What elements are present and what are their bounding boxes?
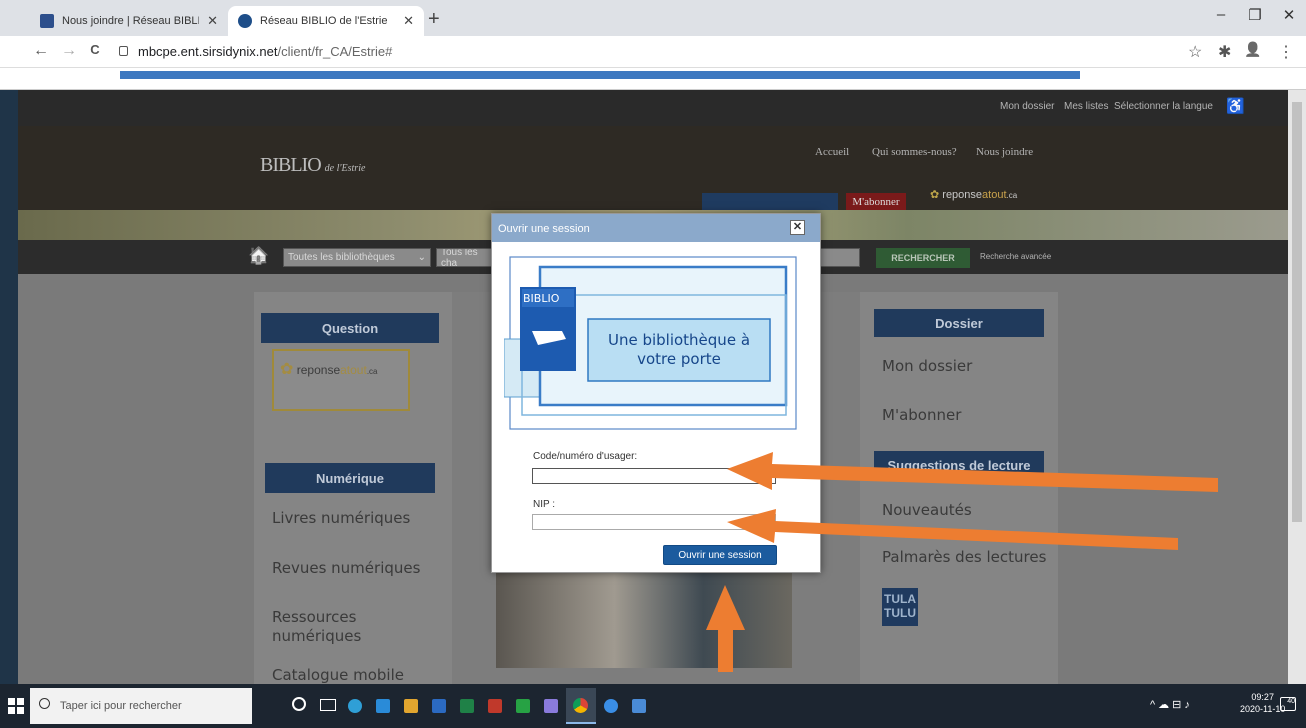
access-icon[interactable] bbox=[488, 699, 502, 713]
windows-logo-pane bbox=[8, 698, 15, 705]
file-explorer-icon[interactable] bbox=[404, 699, 418, 713]
search-icon bbox=[39, 698, 50, 709]
taskbar-search-placeholder: Taper ici pour rechercher bbox=[60, 700, 182, 712]
clock-time: 09:27 bbox=[1251, 692, 1274, 702]
cortana-icon[interactable] bbox=[292, 697, 306, 711]
windows-logo-pane bbox=[17, 707, 24, 714]
task-view-icon[interactable] bbox=[320, 699, 336, 711]
windows-logo-pane bbox=[17, 698, 24, 705]
arrow-to-submit bbox=[706, 585, 745, 672]
paint-icon[interactable] bbox=[544, 699, 558, 713]
chrome-icon bbox=[573, 698, 588, 713]
clock-date: 2020-11-10 bbox=[1240, 704, 1286, 714]
system-tray[interactable]: ^☁⊟♪ bbox=[1150, 698, 1193, 711]
publisher-icon[interactable] bbox=[516, 699, 530, 713]
notifications-icon[interactable]: 40 bbox=[1280, 697, 1296, 711]
annotation-arrows bbox=[706, 452, 1218, 672]
volume-icon: ♪ bbox=[1184, 699, 1193, 711]
cloud-icon: ☁ bbox=[1158, 699, 1173, 711]
arrow-shape bbox=[706, 585, 745, 672]
chevron-up-icon: ^ bbox=[1150, 699, 1159, 711]
edge-icon[interactable] bbox=[348, 699, 362, 713]
windows-logo-pane bbox=[8, 707, 15, 714]
word-icon[interactable] bbox=[432, 699, 446, 713]
app-circle-icon[interactable] bbox=[604, 699, 618, 713]
notification-count: 40 bbox=[1287, 698, 1295, 705]
arrow-to-user-code bbox=[727, 452, 1218, 492]
windows-icon[interactable] bbox=[8, 698, 24, 714]
arrow-shape bbox=[727, 509, 1178, 550]
screen: Nous joindre | Réseau BIBLIO de l'Estrie… bbox=[0, 0, 1306, 728]
arrow-to-pin bbox=[727, 509, 1178, 550]
network-icon: ⊟ bbox=[1172, 699, 1185, 711]
app-l-icon[interactable] bbox=[376, 699, 390, 713]
taskbar-search-box[interactable]: Taper ici pour rechercher bbox=[30, 688, 252, 724]
excel-icon[interactable] bbox=[460, 699, 474, 713]
arrow-shape bbox=[727, 452, 1218, 492]
taskbar-clock[interactable]: 09:27 2020-11-10 bbox=[1240, 691, 1285, 715]
people-icon[interactable] bbox=[632, 699, 646, 713]
chrome-taskbar-item[interactable] bbox=[566, 688, 596, 724]
